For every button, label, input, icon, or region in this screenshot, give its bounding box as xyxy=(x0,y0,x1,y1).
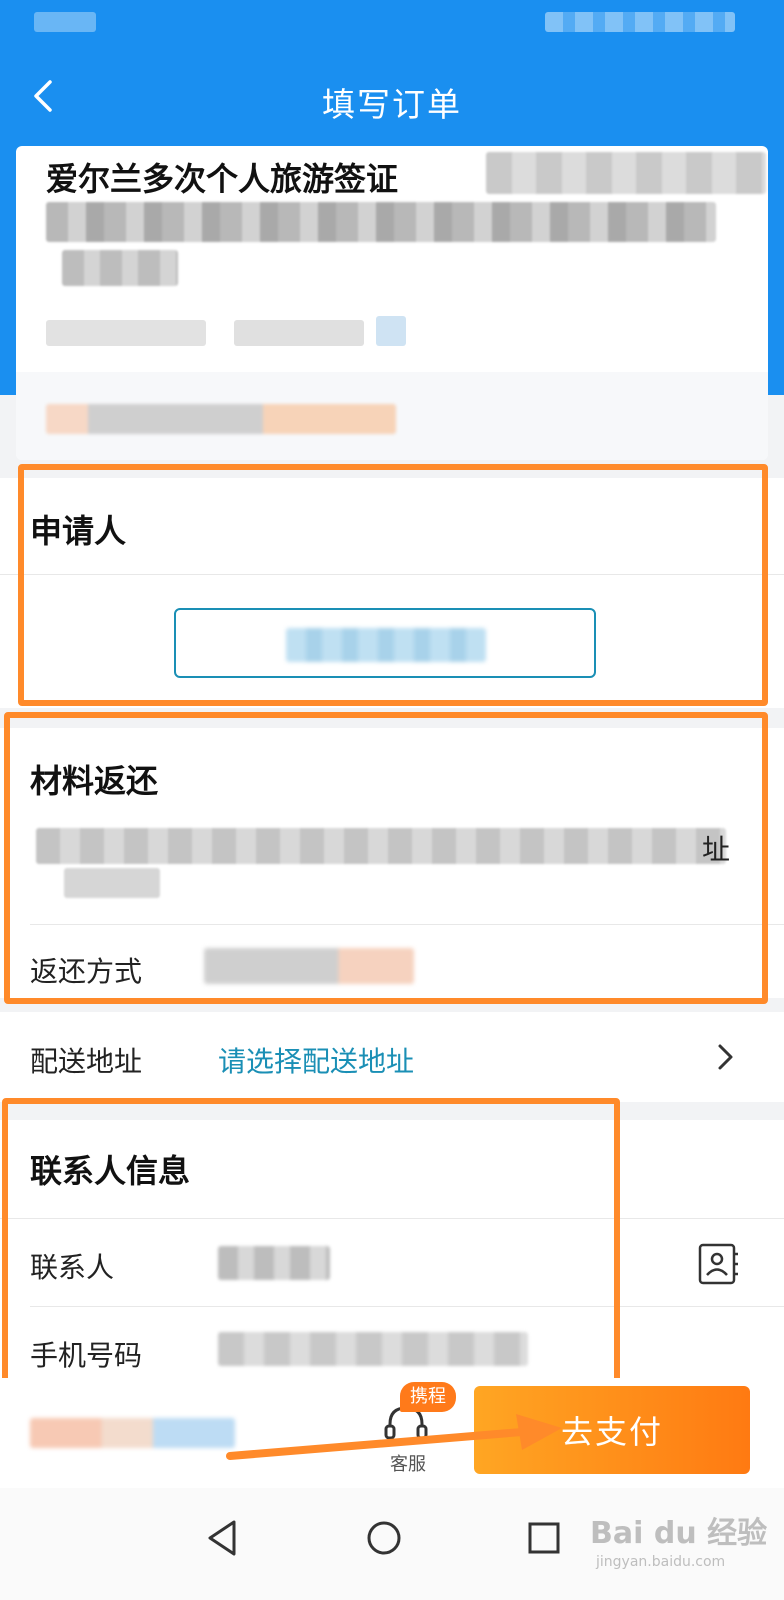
contact-info-section: 联系人信息 联系人 手机号码 xyxy=(0,1120,784,1380)
status-bar-right-redacted xyxy=(545,12,735,32)
nav-recents-icon[interactable] xyxy=(514,1508,574,1568)
material-address-redacted-2 xyxy=(64,868,160,898)
watermark-sub: jingyan.baidu.com xyxy=(596,1554,726,1570)
applicant-section: 申请人 xyxy=(0,478,784,708)
product-meta-redacted-2 xyxy=(234,320,364,346)
bottom-action-bar: 携程 客服 去支付 xyxy=(0,1378,784,1488)
divider xyxy=(0,574,784,575)
price-redacted xyxy=(30,1418,235,1448)
status-bar xyxy=(0,0,784,48)
page-title: 填写订单 xyxy=(322,85,462,124)
product-desc-redacted-2 xyxy=(62,250,178,286)
watermark: Bai du 经验 jingyan.baidu.com xyxy=(590,1508,770,1588)
applicant-title: 申请人 xyxy=(30,512,127,550)
divider xyxy=(30,1306,784,1307)
delivery-address-row[interactable]: 配送地址 请选择配送地址 xyxy=(0,1012,784,1102)
contact-name-label: 联系人 xyxy=(30,1251,115,1284)
watermark-main: Bai du 经验 xyxy=(590,1516,768,1551)
pay-button[interactable]: 去支付 xyxy=(474,1386,750,1474)
service-label[interactable]: 客服 xyxy=(380,1450,436,1476)
material-address-redacted xyxy=(36,828,726,864)
service-badge: 携程 xyxy=(400,1382,456,1412)
material-return-section: 材料返还 址 返还方式 xyxy=(0,728,784,998)
status-bar-left-redacted xyxy=(34,12,96,32)
product-notice-redacted xyxy=(46,404,396,434)
system-nav-bar: Bai du 经验 jingyan.baidu.com xyxy=(0,1488,784,1600)
divider xyxy=(30,924,784,925)
contact-book-icon[interactable] xyxy=(696,1242,740,1286)
product-meta-redacted xyxy=(46,320,206,346)
nav-bar: 填写订单 xyxy=(0,60,784,136)
add-applicant-label-redacted xyxy=(286,628,486,662)
divider xyxy=(0,1218,784,1219)
material-return-title: 材料返还 xyxy=(30,762,159,800)
product-desc-redacted xyxy=(46,202,716,242)
delivery-address-label: 配送地址 xyxy=(30,1045,143,1078)
product-title-redacted xyxy=(486,152,766,194)
add-applicant-button[interactable] xyxy=(174,608,596,678)
return-method-label: 返还方式 xyxy=(30,955,143,988)
info-icon-redacted xyxy=(376,316,406,346)
nav-home-icon[interactable] xyxy=(354,1508,414,1568)
material-address-tail: 址 xyxy=(702,833,731,866)
nav-back-icon[interactable] xyxy=(194,1508,254,1568)
phone-field-redacted[interactable] xyxy=(218,1332,528,1366)
contact-name-field-redacted[interactable] xyxy=(218,1246,330,1280)
chevron-right-icon[interactable] xyxy=(714,1042,738,1072)
return-method-value-redacted[interactable] xyxy=(204,948,414,984)
product-title: 爱尔兰多次个人旅游签证 xyxy=(46,160,399,198)
select-delivery-address-link[interactable]: 请选择配送地址 xyxy=(218,1040,414,1080)
phone-label: 手机号码 xyxy=(30,1339,143,1372)
product-card: 爱尔兰多次个人旅游签证 xyxy=(16,146,768,460)
contact-info-title: 联系人信息 xyxy=(30,1152,191,1190)
